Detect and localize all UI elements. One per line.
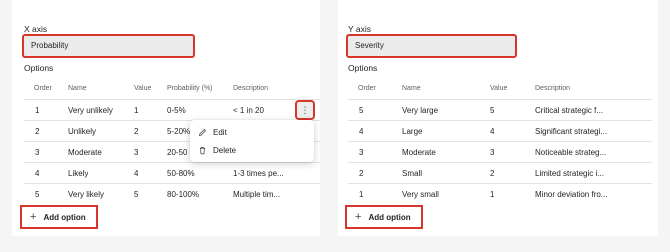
- y-axis-field[interactable]: Severity: [346, 34, 517, 58]
- y-row-value: 3: [490, 148, 495, 157]
- x-row-name: Very likely: [68, 190, 105, 199]
- x-options-label: Options: [24, 63, 54, 73]
- x-col-description: Description: [233, 85, 269, 92]
- y-row-name: Small: [402, 169, 423, 178]
- x-row-probability: 20-50: [167, 148, 188, 157]
- y-row-name: Large: [402, 127, 423, 136]
- y-row-value: 5: [490, 106, 495, 115]
- y-row-value: 2: [490, 169, 495, 178]
- y-row-name: Very small: [402, 190, 439, 199]
- x-table-header: Order Name Value Probability (%) Descrip…: [24, 80, 320, 99]
- y-row-description: Critical strategic f...: [535, 106, 604, 115]
- y-col-name: Name: [402, 85, 421, 92]
- menu-item-edit[interactable]: Edit: [190, 123, 314, 141]
- x-table-row[interactable]: 5 Very likely 5 80-100% Multiple tim...: [24, 183, 320, 204]
- y-options-label: Options: [348, 63, 378, 73]
- y-table-row[interactable]: 1 Very small 1 Minor deviation fro...: [348, 183, 652, 204]
- x-row-name: Very unlikely: [68, 106, 113, 115]
- y-table-header: Order Name Value Description: [348, 80, 652, 99]
- y-row-description: Noticeable strateg...: [535, 148, 607, 157]
- more-options-button[interactable]: ⋮: [295, 100, 315, 120]
- y-row-order: 5: [359, 106, 364, 115]
- x-axis-panel: X axis Probability Options Order Name Va…: [12, 0, 320, 236]
- x-row-order: 3: [35, 148, 40, 157]
- y-axis-label: Y axis: [348, 24, 371, 34]
- y-col-order: Order: [358, 85, 376, 92]
- y-col-description: Description: [535, 85, 571, 92]
- y-table-row[interactable]: 3 Moderate 3 Noticeable strateg...: [348, 141, 652, 162]
- y-row-description: Significant strategi...: [535, 127, 608, 136]
- x-col-probability: Probability (%): [167, 85, 213, 92]
- x-row-order: 5: [35, 190, 40, 199]
- y-row-name: Very large: [402, 106, 439, 115]
- x-row-probability: 0-5%: [167, 106, 186, 115]
- x-row-order: 2: [35, 127, 40, 136]
- y-col-value: Value: [490, 85, 508, 92]
- pencil-icon: [198, 128, 207, 137]
- x-row-description: 1-3 times pe...: [233, 169, 284, 178]
- x-row-order: 1: [35, 106, 40, 115]
- x-row-value: 4: [134, 169, 139, 178]
- x-row-value: 2: [134, 127, 139, 136]
- x-row-name: Unlikely: [68, 127, 97, 136]
- x-row-value: 3: [134, 148, 139, 157]
- x-row-order: 4: [35, 169, 40, 178]
- x-row-probability: 50-80%: [167, 169, 195, 178]
- plus-icon: +: [355, 211, 362, 223]
- y-row-order: 3: [359, 148, 364, 157]
- y-table-row[interactable]: 4 Large 4 Significant strategi...: [348, 120, 652, 141]
- x-axis-field[interactable]: Probability: [22, 34, 195, 58]
- x-table-row[interactable]: 1 Very unlikely 1 0-5% < 1 in 20 ⋮: [24, 99, 320, 120]
- x-row-probability: 5-20%: [167, 127, 191, 136]
- y-table-row[interactable]: 2 Small 2 Limited strategic i...: [348, 162, 652, 183]
- x-add-option-label: Add option: [43, 212, 86, 222]
- y-add-option-button[interactable]: + Add option: [345, 205, 423, 229]
- x-col-name: Name: [68, 85, 87, 92]
- y-row-order: 4: [359, 127, 364, 136]
- menu-item-delete[interactable]: Delete: [190, 141, 314, 159]
- y-table-row[interactable]: 5 Very large 5 Critical strategic f...: [348, 99, 652, 120]
- x-add-option-button[interactable]: + Add option: [20, 205, 98, 229]
- x-row-description: Multiple tim...: [233, 190, 281, 199]
- plus-icon: +: [30, 211, 37, 223]
- y-options-table: Order Name Value Description 5 Very larg…: [348, 80, 652, 204]
- y-row-description: Limited strategic i...: [535, 169, 604, 178]
- y-row-value: 4: [490, 127, 495, 136]
- trash-icon: [198, 146, 207, 155]
- x-row-value: 5: [134, 190, 139, 199]
- x-col-value: Value: [134, 85, 152, 92]
- x-row-name: Likely: [68, 169, 89, 178]
- y-row-order: 2: [359, 169, 364, 178]
- row-context-menu: Edit Delete: [190, 120, 314, 162]
- x-axis-label: X axis: [24, 24, 48, 34]
- x-table-row[interactable]: 4 Likely 4 50-80% 1-3 times pe...: [24, 162, 320, 183]
- x-col-order: Order: [34, 85, 52, 92]
- x-row-name: Moderate: [68, 148, 102, 157]
- more-vertical-icon: ⋮: [300, 104, 310, 115]
- x-row-description: < 1 in 20: [233, 106, 264, 115]
- y-axis-panel: Y axis Severity Options Order Name Value…: [338, 0, 658, 236]
- x-row-value: 1: [134, 106, 139, 115]
- x-row-probability: 80-100%: [167, 190, 200, 199]
- y-row-name: Moderate: [402, 148, 436, 157]
- y-row-order: 1: [359, 190, 364, 199]
- menu-item-delete-label: Delete: [213, 145, 237, 155]
- y-row-description: Minor deviation fro...: [535, 190, 608, 199]
- y-row-value: 1: [490, 190, 495, 199]
- menu-item-edit-label: Edit: [213, 127, 227, 137]
- y-add-option-label: Add option: [368, 212, 411, 222]
